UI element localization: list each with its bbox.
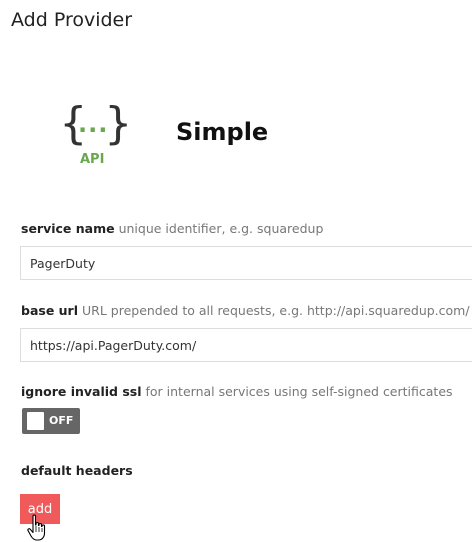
- api-icon: { ... } API: [60, 102, 132, 172]
- ignore-ssl-label: ignore invalid ssl for internal services…: [21, 384, 453, 399]
- page-title: Add Provider: [11, 9, 133, 31]
- toggle-state: OFF: [49, 414, 74, 427]
- base-url-hint: URL prepended to all requests, e.g. http…: [82, 303, 470, 318]
- hand-pointer-icon: [27, 514, 46, 541]
- ignore-ssl-toggle[interactable]: OFF: [22, 408, 80, 434]
- default-headers-label: default headers: [21, 463, 133, 478]
- ignore-ssl-label-text: ignore invalid ssl: [21, 384, 142, 399]
- service-name-label: service name unique identifier, e.g. squ…: [21, 221, 323, 236]
- base-url-label: base url URL prepended to all requests, …: [21, 303, 470, 318]
- api-label: API: [80, 152, 105, 167]
- service-name-label-text: service name: [21, 221, 115, 236]
- service-name-hint: unique identifier, e.g. squaredup: [118, 221, 324, 236]
- base-url-label-text: base url: [21, 303, 79, 318]
- toggle-knob: [27, 412, 44, 430]
- default-headers-label-text: default headers: [21, 463, 133, 478]
- service-name-input[interactable]: [20, 246, 472, 280]
- right-bracket: }: [105, 98, 132, 149]
- provider-name: Simple: [176, 118, 269, 146]
- add-provider-page: Add Provider { ... } API Simple service …: [0, 0, 472, 542]
- base-url-input[interactable]: [20, 328, 472, 362]
- ignore-ssl-hint: for internal services using self-signed …: [145, 384, 453, 399]
- dots: ...: [78, 110, 109, 138]
